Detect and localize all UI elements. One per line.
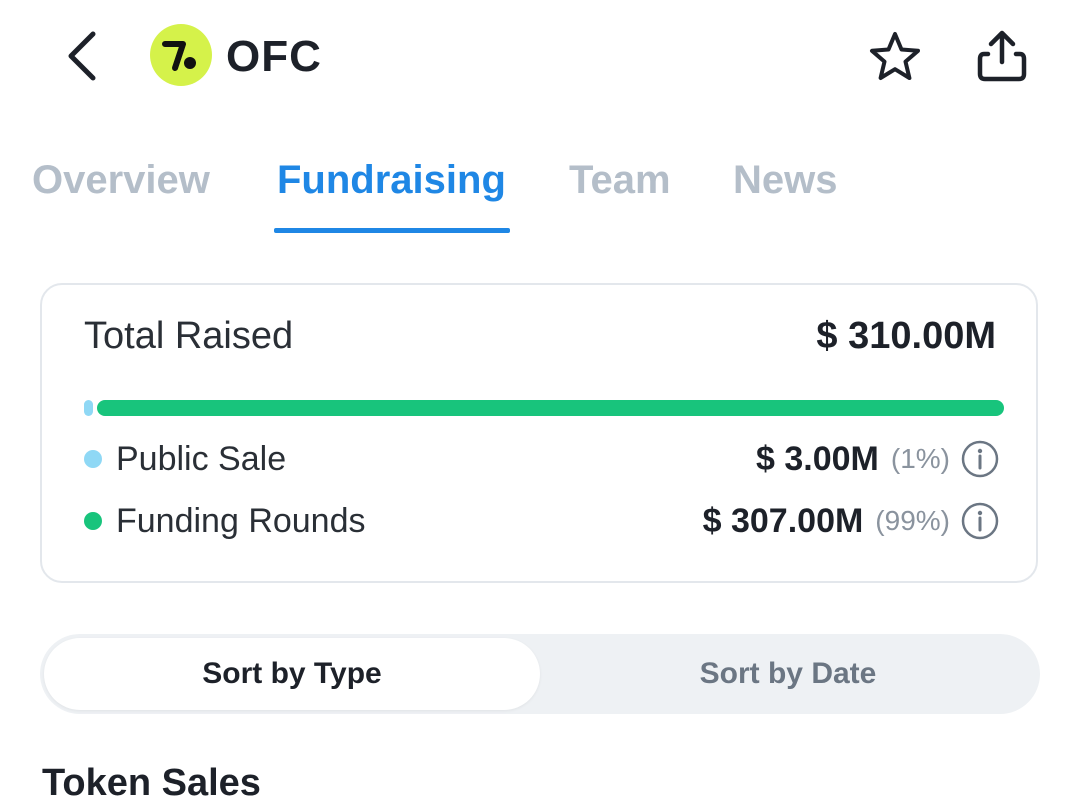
breakdown-row-funding-rounds: Funding Rounds $ 307.00M (99%) [84, 499, 1000, 543]
info-icon[interactable] [960, 501, 1000, 541]
sort-by-type-button[interactable]: Sort by Type [44, 638, 540, 710]
share-button[interactable] [970, 24, 1034, 88]
breakdown-percent: (99%) [875, 505, 950, 536]
sort-toggle: Sort by Type Sort by Date [40, 634, 1040, 714]
total-raised-card: Total Raised $ 310.00M Public Sale $ 3.0… [40, 283, 1038, 583]
breakdown-value: $ 307.00M [702, 501, 864, 540]
project-symbol: OFC [226, 32, 322, 81]
allocation-bar [84, 400, 1004, 416]
info-icon[interactable] [960, 439, 1000, 479]
funding-rounds-bar-segment [97, 400, 1004, 416]
sort-by-date-button[interactable]: Sort by Date [540, 638, 1036, 710]
share-icon [977, 30, 1027, 82]
breakdown-label: Public Sale [116, 439, 287, 478]
ofc-logo-icon [162, 41, 196, 71]
public-sale-dot [84, 450, 102, 468]
tab-bar: Overview Fundraising Team News [0, 140, 1076, 236]
total-raised-label: Total Raised [84, 315, 294, 357]
breakdown-label: Funding Rounds [116, 501, 366, 540]
back-button[interactable] [52, 24, 112, 88]
tab-team[interactable]: Team [569, 148, 671, 212]
section-title-token-sales: Token Sales [42, 762, 261, 796]
favorite-button[interactable] [864, 26, 926, 88]
breakdown-value: $ 3.00M [756, 439, 879, 478]
tab-fundraising[interactable]: Fundraising [277, 148, 506, 212]
active-tab-indicator [274, 228, 510, 233]
fundraising-page: OFC Overview Fundraising Team News Total… [0, 0, 1076, 796]
funding-rounds-dot [84, 512, 102, 530]
tab-overview[interactable]: Overview [32, 148, 210, 212]
project-logo [150, 24, 212, 86]
tab-news[interactable]: News [733, 148, 838, 212]
chevron-left-icon [68, 31, 96, 81]
breakdown-percent: (1%) [890, 443, 950, 474]
public-sale-bar-segment [84, 400, 93, 416]
breakdown-row-public-sale: Public Sale $ 3.00M (1%) [84, 437, 1000, 481]
star-icon [870, 32, 920, 80]
total-raised-value: $ 310.00M [816, 315, 996, 357]
